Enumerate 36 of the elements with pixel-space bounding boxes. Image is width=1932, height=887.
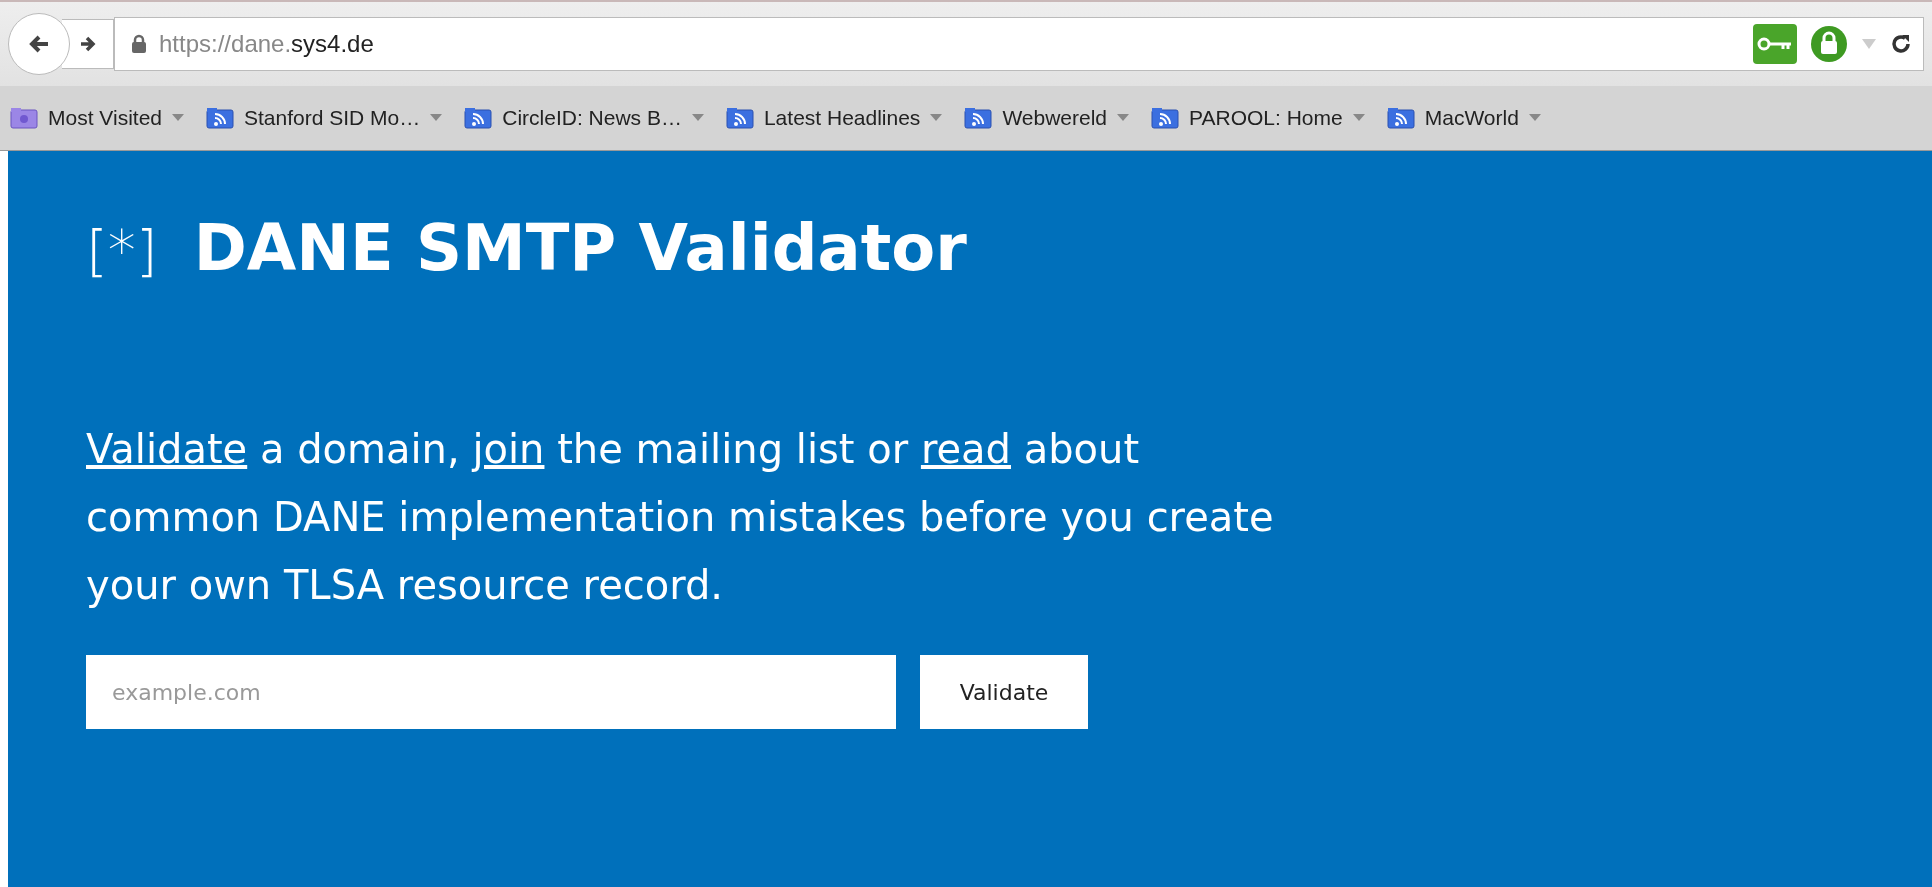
bookmark-item[interactable]: MacWorld [1386, 106, 1541, 130]
feed-folder-icon [464, 107, 493, 129]
caret-icon [1117, 114, 1130, 122]
feed-folder-icon [206, 107, 234, 129]
caret-icon [430, 114, 443, 122]
bookmark-item[interactable]: Most Visited [10, 106, 184, 130]
intro-paragraph: Validate a domain, join the mailing list or read about common DANE implementation mistakes before you create your own TLSA resource record. [86, 425, 1275, 610]
validate-button[interactable]: Validate [920, 655, 1088, 729]
logo: [*] [86, 218, 158, 283]
feed-folder-icon [725, 107, 754, 129]
bookmark-item[interactable]: CircleID: News B… [464, 106, 704, 130]
padlock-icon[interactable] [1809, 24, 1849, 64]
caret-icon [1528, 114, 1541, 122]
caret-icon [930, 114, 943, 122]
page-title: DANE SMTP Validator [193, 211, 967, 285]
feed-folder-icon [1386, 107, 1415, 129]
lock-icon [131, 34, 147, 54]
caret-icon [172, 114, 184, 122]
bookmark-item[interactable]: Latest Headlines [725, 106, 943, 130]
caret-icon [1352, 114, 1365, 122]
bookmark-item[interactable]: PAROOL: Home [1151, 106, 1365, 130]
text-link[interactable]: Validate [86, 426, 248, 472]
feed-folder-icon [964, 107, 993, 129]
domain-input-field[interactable]: example.com [86, 655, 896, 729]
url-text: https://dane.sys4.de [159, 30, 374, 58]
address-bar[interactable]: https://dane.sys4.de [114, 17, 1924, 71]
reload-icon[interactable] [1889, 32, 1913, 56]
caret-icon [691, 114, 704, 122]
bookmark-item[interactable]: Webwereld [964, 106, 1130, 130]
text-link[interactable]: join [472, 426, 545, 472]
text-link[interactable]: read [920, 426, 1011, 472]
folder-icon [10, 107, 38, 129]
feed-folder-icon [1151, 107, 1180, 129]
bookmark-item[interactable]: Stanford SID Mo… [206, 106, 443, 130]
forward-button[interactable] [62, 19, 114, 69]
key-icon[interactable] [1753, 24, 1797, 64]
